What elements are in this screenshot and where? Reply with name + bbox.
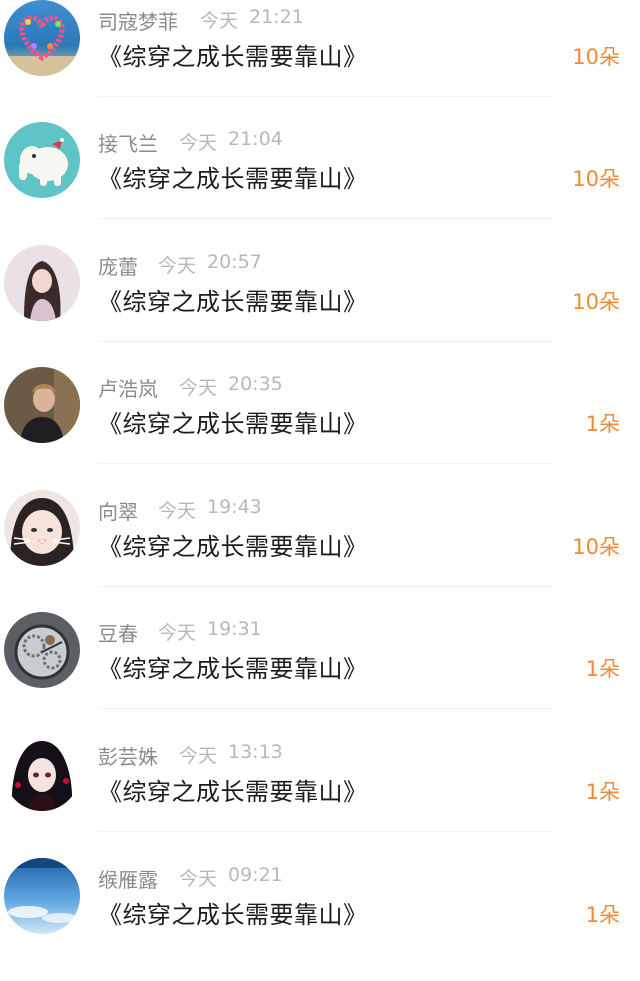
- elephant-icon: [4, 122, 80, 198]
- time-label: 21:21: [249, 6, 304, 28]
- time-label: 20:57: [207, 251, 262, 273]
- book-title[interactable]: 《综穿之成长需要靠山》: [98, 37, 368, 72]
- list-item[interactable]: 司寇梦菲 今天 21:21 《综穿之成长需要靠山》 10朵: [0, 0, 640, 123]
- list-item[interactable]: 接飞兰 今天 21:04 《综穿之成长需要靠山》 10朵: [0, 122, 640, 245]
- book-title[interactable]: 《综穿之成长需要靠山》: [98, 527, 368, 562]
- book-title[interactable]: 《综穿之成长需要靠山》: [98, 895, 368, 930]
- flower-count: 1朵: [585, 657, 620, 681]
- user-name: 司寇梦菲: [98, 10, 178, 34]
- cat-filter-girl-icon: [4, 490, 80, 566]
- avatar[interactable]: [4, 367, 80, 443]
- book-title[interactable]: 《综穿之成长需要靠山》: [98, 404, 368, 439]
- list-item[interactable]: 向翠 今天 19:43 《综穿之成长需要靠山》 10朵: [0, 490, 640, 613]
- user-name: 豆春: [98, 622, 138, 646]
- user-name: 接飞兰: [98, 132, 158, 156]
- user-name: 卢浩岚: [98, 377, 158, 401]
- date-label: 今天: [179, 868, 218, 890]
- divider: [98, 586, 552, 587]
- date-label: 今天: [179, 132, 218, 154]
- date-label: 今天: [158, 500, 197, 522]
- flower-count: 10朵: [572, 290, 620, 314]
- avatar[interactable]: [4, 612, 80, 688]
- user-name: 庞蕾: [98, 255, 138, 279]
- divider: [98, 96, 552, 97]
- list-item[interactable]: 卢浩岚 今天 20:35 《综穿之成长需要靠山》 1朵: [0, 367, 640, 490]
- flower-count: 1朵: [585, 412, 620, 436]
- watch-gears-icon: [4, 612, 80, 688]
- divider: [98, 218, 552, 219]
- time-label: 21:04: [228, 128, 283, 150]
- flower-count: 10朵: [572, 535, 620, 559]
- flower-count: 10朵: [572, 167, 620, 191]
- date-label: 今天: [158, 622, 197, 644]
- user-name: 向翠: [98, 500, 138, 524]
- time-label: 19:31: [207, 618, 262, 640]
- book-title[interactable]: 《综穿之成长需要靠山》: [98, 772, 368, 807]
- flower-count: 1朵: [585, 903, 620, 927]
- flower-count: 1朵: [585, 780, 620, 804]
- avatar[interactable]: [4, 122, 80, 198]
- time-label: 09:21: [228, 864, 283, 886]
- list-item[interactable]: 豆春 今天 19:31 《综穿之成长需要靠山》 1朵: [0, 612, 640, 735]
- avatar[interactable]: [4, 0, 80, 76]
- divider: [98, 831, 552, 832]
- time-label: 20:35: [228, 373, 283, 395]
- divider: [98, 708, 552, 709]
- book-title[interactable]: 《综穿之成长需要靠山》: [98, 159, 368, 194]
- book-title[interactable]: 《综穿之成长需要靠山》: [98, 649, 368, 684]
- divider: [98, 341, 552, 342]
- anime-girl-icon: [4, 735, 80, 811]
- date-label: 今天: [158, 255, 197, 277]
- user-name: 彭芸姝: [98, 745, 158, 769]
- girl-photo-icon: [4, 245, 80, 321]
- time-label: 19:43: [207, 496, 262, 518]
- time-label: 13:13: [228, 741, 283, 763]
- date-label: 今天: [179, 377, 218, 399]
- avatar[interactable]: [4, 735, 80, 811]
- man-photo-icon: [4, 367, 80, 443]
- blue-sky-icon: [4, 858, 80, 934]
- date-label: 今天: [200, 10, 239, 32]
- date-label: 今天: [179, 745, 218, 767]
- divider: [98, 463, 552, 464]
- avatar[interactable]: [4, 490, 80, 566]
- avatar[interactable]: [4, 245, 80, 321]
- flower-count: 10朵: [572, 45, 620, 69]
- user-name: 缑雁露: [98, 868, 158, 892]
- heart-balloons-icon: [4, 0, 80, 76]
- list-item[interactable]: 缑雁露 今天 09:21 《综穿之成长需要靠山》 1朵: [0, 858, 640, 981]
- avatar[interactable]: [4, 858, 80, 934]
- list-item[interactable]: 庞蕾 今天 20:57 《综穿之成长需要靠山》 10朵: [0, 245, 640, 368]
- list-item[interactable]: 彭芸姝 今天 13:13 《综穿之成长需要靠山》 1朵: [0, 735, 640, 858]
- book-title[interactable]: 《综穿之成长需要靠山》: [98, 282, 368, 317]
